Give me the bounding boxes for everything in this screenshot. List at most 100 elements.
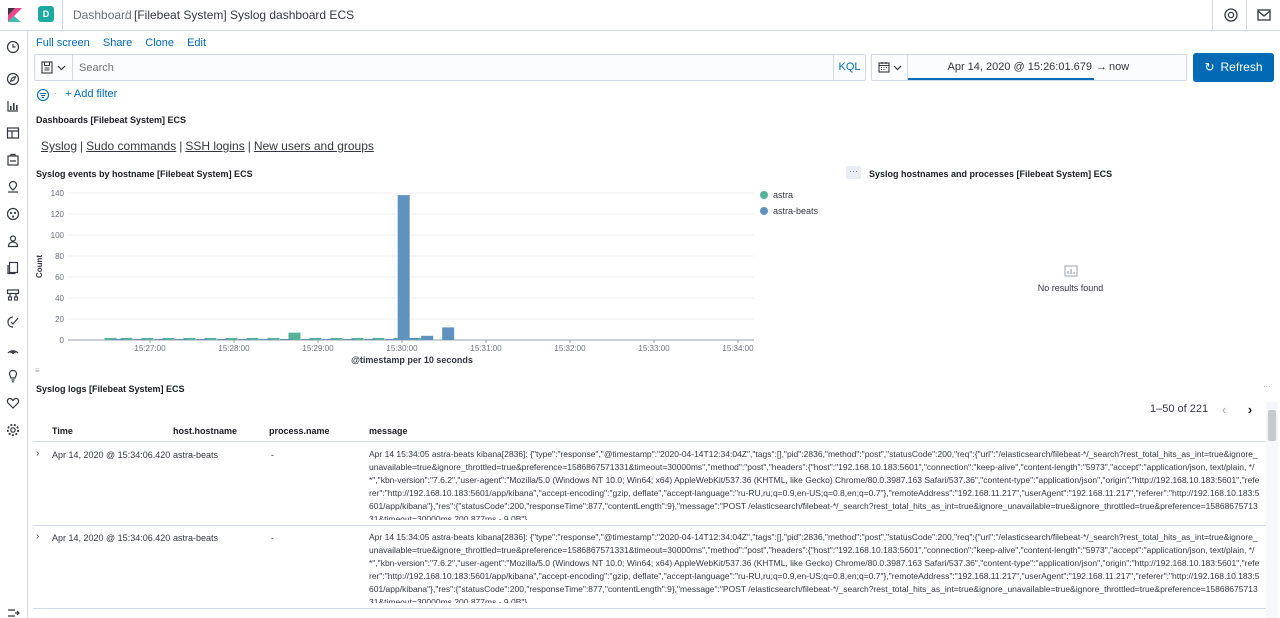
sudo-commands-link[interactable]: Sudo commands: [86, 139, 176, 153]
column-header-hostname[interactable]: host.hostname: [173, 426, 237, 436]
dashboard-links: Syslog | Sudo commands | SSH logins | New user…: [41, 139, 374, 153]
filter-options-caret: ·: [54, 88, 58, 99]
y-tick-label: 60: [55, 273, 64, 282]
apm-icon[interactable]: [6, 315, 20, 329]
y-tick-label: 100: [51, 231, 65, 240]
canvas-icon[interactable]: [6, 153, 20, 167]
cell-process: -: [271, 450, 274, 460]
y-tick-label: 20: [55, 315, 64, 324]
y-tick-label: 80: [55, 252, 64, 261]
link-separator: |: [179, 139, 183, 153]
breadcrumb-dashboard[interactable]: Dashboard: [73, 8, 132, 22]
quick-select-button[interactable]: [872, 55, 908, 80]
kibana-logo-icon[interactable]: [6, 6, 24, 24]
legend-item-astra-beats[interactable]: astra-beats: [760, 205, 818, 221]
infrastructure-icon[interactable]: [6, 288, 20, 302]
legend-dot: [760, 191, 768, 199]
saved-queries-button[interactable]: [35, 55, 73, 80]
chart-panel-title: Syslog events by hostname [Filebeat Syst…: [36, 169, 253, 179]
visualization-icon: [1064, 265, 1077, 277]
bar: [133, 338, 146, 340]
logs-icon[interactable]: [6, 261, 20, 275]
left-nav: [0, 31, 28, 618]
logs-panel-title: Syslog logs [Filebeat System] ECS: [36, 384, 185, 394]
bar: [154, 338, 167, 340]
table-header-divider: [33, 441, 1266, 442]
refresh-button[interactable]: ↻ Refresh: [1193, 53, 1274, 82]
discover-icon[interactable]: [6, 72, 20, 86]
maps-icon[interactable]: [6, 180, 20, 194]
table-row-divider: [33, 608, 1266, 609]
panel-resize-handle[interactable]: ≡: [35, 366, 40, 375]
add-filter-button[interactable]: + Add filter: [65, 88, 117, 100]
collapse-icon[interactable]: [6, 606, 20, 618]
saved-query-icon: [41, 61, 53, 74]
prev-page-button[interactable]: ‹: [1213, 399, 1235, 421]
refresh-label: Refresh: [1220, 60, 1263, 74]
edit-link[interactable]: Edit: [187, 37, 206, 49]
calendar-icon: [878, 62, 890, 73]
siem-icon[interactable]: [6, 234, 20, 248]
column-header-process[interactable]: process.name: [269, 426, 330, 436]
dashboard-top-nav: Full screen Share Clone Edit: [36, 37, 216, 49]
legend-dot: [760, 207, 768, 215]
ml-icon[interactable]: [6, 207, 20, 221]
header-divider: [62, 0, 63, 30]
column-header-time[interactable]: Time: [52, 426, 73, 436]
bar: [259, 338, 272, 340]
dashboard-icon[interactable]: [6, 126, 20, 140]
syslog-events-chart: 0 20 40 60 80 100 120 140 15:27:00 15:28:00 15:29:…: [35, 189, 754, 365]
bar: [301, 338, 314, 340]
scrollbar-thumb[interactable]: [1268, 410, 1276, 441]
panel-options-button[interactable]: ···: [846, 166, 861, 179]
kql-toggle[interactable]: KQL: [833, 55, 865, 80]
panel-options-button[interactable]: ···: [1263, 382, 1271, 391]
query-bar: KQL: [34, 54, 866, 81]
x-tick-label: 15:30:00: [386, 344, 418, 353]
space-avatar[interactable]: D: [38, 6, 54, 22]
syslog-link[interactable]: Syslog: [41, 139, 77, 153]
top-header: D Dashboard / [Filebeat System] Syslog d…: [0, 0, 1280, 31]
pagination-count: 1–50 of 221: [1150, 403, 1209, 415]
ssh-logins-link[interactable]: SSH logins: [185, 139, 244, 153]
x-tick-label: 15:29:00: [302, 344, 334, 353]
no-results-text: No results found: [1037, 283, 1104, 293]
header-divider: [1246, 0, 1247, 30]
expand-row-button[interactable]: ›: [36, 531, 39, 542]
new-users-groups-link[interactable]: New users and groups: [254, 139, 374, 153]
management-icon[interactable]: [6, 423, 20, 437]
table-row-divider: [33, 525, 1266, 526]
clone-link[interactable]: Clone: [145, 37, 174, 49]
legend-item-astra[interactable]: astra: [760, 189, 818, 205]
monitoring-icon[interactable]: [6, 396, 20, 410]
help-icon[interactable]: [1222, 6, 1240, 24]
uptime-icon[interactable]: [6, 342, 20, 356]
bar: [421, 335, 434, 340]
next-page-button[interactable]: ›: [1239, 399, 1261, 421]
refresh-icon: ↻: [1204, 60, 1215, 74]
start-date[interactable]: Apr 14, 2020 @ 15:26:01.679: [908, 55, 1094, 80]
full-screen-link[interactable]: Full screen: [36, 37, 90, 49]
dev-tools-icon[interactable]: [6, 369, 20, 383]
y-tick-label: 0: [60, 336, 65, 345]
chevron-down-icon: [57, 65, 66, 71]
recent-icon[interactable]: [6, 40, 20, 54]
mail-icon[interactable]: [1255, 6, 1273, 24]
filter-options-icon[interactable]: [36, 88, 50, 102]
visualize-icon[interactable]: [6, 99, 20, 113]
bar: [442, 327, 455, 340]
markdown-panel-title: Dashboards [Filebeat System] ECS: [36, 115, 187, 125]
x-tick-label: 15:27:00: [134, 344, 166, 353]
x-tick-label: 15:32:00: [554, 344, 586, 353]
bar: [238, 338, 251, 340]
date-arrow: →: [1096, 61, 1107, 73]
cell-hostname: astra-beats: [173, 450, 219, 460]
bar: [217, 338, 230, 340]
bar: [288, 332, 301, 340]
column-header-message[interactable]: message: [369, 426, 408, 436]
end-date[interactable]: now: [1109, 55, 1129, 80]
expand-row-button[interactable]: ›: [36, 448, 39, 459]
search-input[interactable]: [79, 58, 829, 77]
bar: [343, 338, 356, 340]
share-link[interactable]: Share: [103, 37, 132, 49]
